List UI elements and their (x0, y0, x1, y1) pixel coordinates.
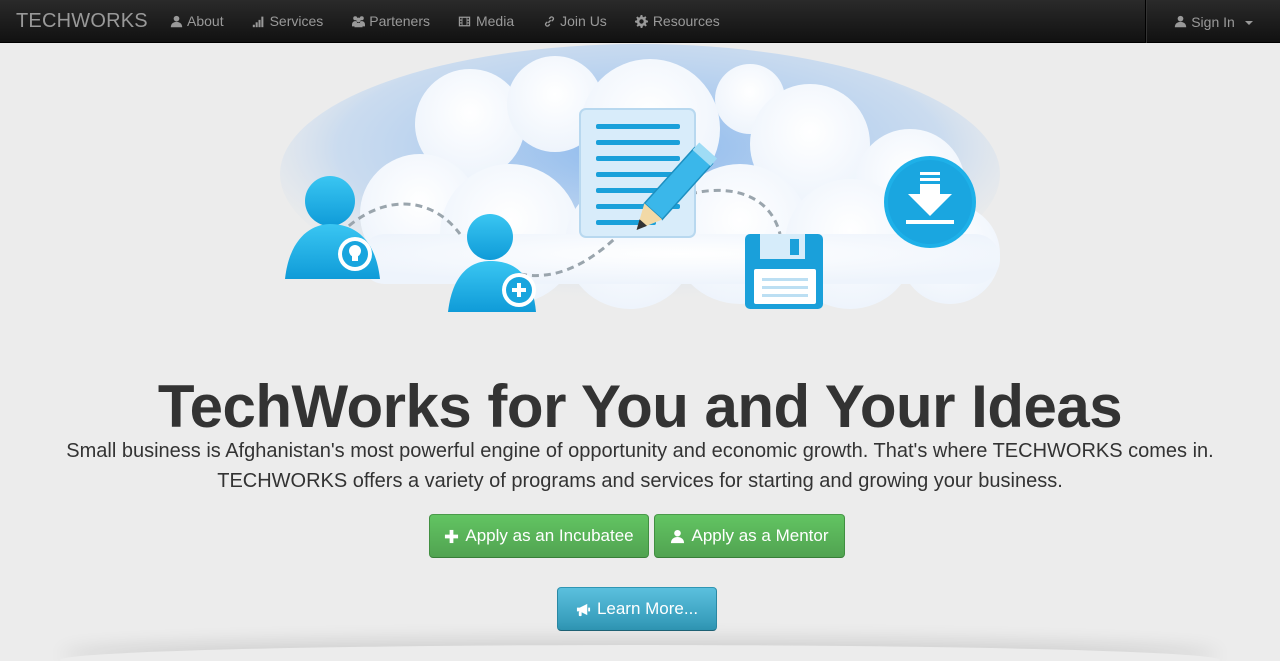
apply-incubatee-label: Apply as an Incubatee (465, 526, 634, 545)
brand-logo[interactable]: TECHWORKS (0, 0, 155, 43)
signal-icon (252, 14, 266, 28)
apply-incubatee-button[interactable]: Apply as an Incubatee (429, 514, 649, 558)
sign-in-label: Sign In (1191, 13, 1235, 30)
nav-services[interactable]: Services (238, 0, 338, 43)
nav-resources-label: Resources (652, 13, 720, 29)
nav-partners[interactable]: Parteners (337, 0, 444, 43)
learn-more-label: Learn More... (596, 599, 699, 618)
user-icon (169, 14, 183, 28)
nav-media[interactable]: Media (444, 0, 528, 43)
nav-menu: About Services Parteners Media Join Us R… (155, 0, 734, 43)
user-icon (671, 529, 685, 543)
caret-down-icon (1244, 20, 1253, 25)
nav-join-us-label: Join Us (560, 13, 607, 29)
nav-services-label: Services (269, 13, 324, 29)
sign-in-dropdown[interactable]: Sign In (1145, 0, 1280, 43)
nav-media-label: Media (475, 13, 515, 29)
apply-mentor-label: Apply as a Mentor (691, 526, 829, 545)
nav-join-us[interactable]: Join Us (528, 0, 621, 43)
link-icon (542, 14, 556, 28)
navbar: TECHWORKS About Services Parteners Media (0, 0, 1280, 43)
download-icon (884, 156, 976, 248)
plus-icon (445, 529, 459, 543)
group-icon (351, 14, 365, 28)
hero-illustration (280, 44, 1000, 312)
nav-partners-label: Parteners (369, 13, 430, 29)
page-title: TechWorks for You and Your Ideas (157, 373, 1123, 440)
user-icon (1173, 15, 1187, 29)
nav-about[interactable]: About (155, 0, 238, 43)
lead-line-2: TECHWORKS offers a variety of programs a… (217, 470, 1063, 492)
nav-resources[interactable]: Resources (621, 0, 734, 43)
bullhorn-icon (576, 603, 590, 616)
sign-in-toggle[interactable]: Sign In (1173, 0, 1253, 43)
content-panel-edge (60, 645, 1220, 661)
gear-icon (635, 14, 649, 28)
apply-mentor-button[interactable]: Apply as a Mentor (654, 514, 845, 558)
learn-more-button[interactable]: Learn More... (557, 587, 717, 631)
lead-line-1: Small business is Afghanistan's most pow… (66, 440, 1214, 462)
film-icon (458, 14, 472, 28)
save-disk-icon (745, 234, 823, 309)
nav-about-label: About (187, 13, 224, 29)
hero-lead: Small business is Afghanistan's most pow… (40, 436, 1240, 496)
